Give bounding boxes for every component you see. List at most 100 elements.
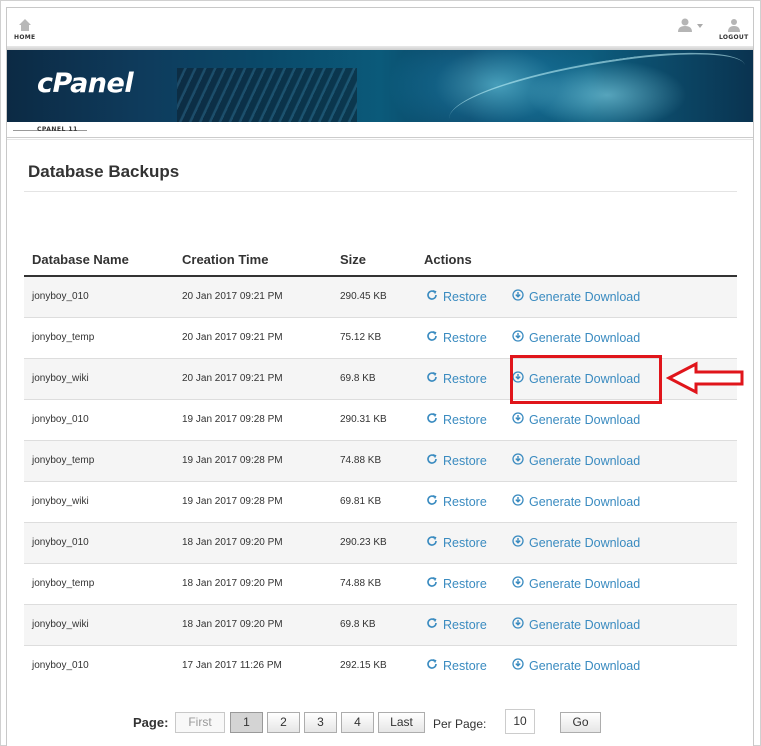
actions-cell: Restore Generate Download	[416, 439, 737, 481]
left-arrow-icon	[665, 360, 746, 401]
restore-link[interactable]: Restore	[426, 289, 512, 304]
table-row: jonyboy_010 20 Jan 2017 09:21 PM 290.45 KB…	[24, 275, 737, 317]
page-4-button[interactable]: 4	[341, 712, 374, 733]
per-page-label: Per Page:	[433, 717, 487, 731]
database-name-cell: jonyboy_010	[24, 275, 174, 317]
size-cell: 292.15 KB	[332, 644, 416, 686]
generate-download-link[interactable]: Generate Download	[512, 617, 640, 632]
restore-label: Restore	[443, 576, 487, 591]
download-circle-icon	[512, 535, 524, 550]
download-circle-icon	[512, 658, 524, 673]
creation-time-cell: 20 Jan 2017 09:21 PM	[174, 275, 332, 317]
refresh-icon	[426, 412, 438, 427]
creation-time-cell: 19 Jan 2017 09:28 PM	[174, 480, 332, 522]
generate-download-link[interactable]: Generate Download	[512, 494, 640, 509]
download-circle-icon	[512, 330, 524, 345]
page-2-button[interactable]: 2	[267, 712, 300, 733]
header-database-name[interactable]: Database Name	[24, 244, 174, 277]
table-row: jonyboy_010 18 Jan 2017 09:20 PM 290.23 KB…	[24, 521, 737, 563]
backups-table: Database Name Creation Time Size Actions…	[24, 244, 737, 686]
refresh-icon	[426, 576, 438, 591]
restore-link[interactable]: Restore	[426, 494, 512, 509]
refresh-icon	[426, 535, 438, 550]
download-circle-icon	[512, 617, 524, 632]
restore-link[interactable]: Restore	[426, 576, 512, 591]
go-button[interactable]: Go	[560, 712, 601, 733]
restore-link[interactable]: Restore	[426, 330, 512, 345]
generate-download-link[interactable]: Generate Download	[512, 412, 640, 427]
restore-link[interactable]: Restore	[426, 535, 512, 550]
refresh-icon	[426, 371, 438, 386]
restore-link[interactable]: Restore	[426, 453, 512, 468]
generate-download-link[interactable]: Generate Download	[512, 330, 640, 345]
user-menu[interactable]	[677, 18, 711, 34]
generate-download-link[interactable]: Generate Download	[512, 453, 640, 468]
first-page-button[interactable]: First	[175, 712, 225, 733]
creation-time-cell: 18 Jan 2017 09:20 PM	[174, 521, 332, 563]
header-size[interactable]: Size	[332, 244, 416, 277]
table-row: jonyboy_temp 20 Jan 2017 09:21 PM 75.12 KB…	[24, 316, 737, 358]
restore-label: Restore	[443, 617, 487, 632]
actions-cell: Restore Generate Download	[416, 398, 737, 440]
database-name-cell: jonyboy_temp	[24, 562, 174, 604]
refresh-icon	[426, 330, 438, 345]
size-cell: 290.31 KB	[332, 398, 416, 440]
generate-download-link[interactable]: Generate Download	[512, 576, 640, 591]
restore-link[interactable]: Restore	[426, 371, 512, 386]
home-link[interactable]: HOME	[13, 16, 39, 46]
generate-download-link[interactable]: Generate Download	[512, 658, 640, 673]
database-name-cell: jonyboy_010	[24, 521, 174, 563]
header-creation-time[interactable]: Creation Time	[174, 244, 332, 277]
restore-label: Restore	[443, 412, 487, 427]
restore-link[interactable]: Restore	[426, 412, 512, 427]
generate-download-label: Generate Download	[529, 453, 641, 468]
refresh-icon	[426, 494, 438, 509]
page-3-button[interactable]: 3	[304, 712, 337, 733]
cpanel-banner: cPanel	[7, 50, 753, 122]
generate-download-label: Generate Download	[529, 330, 641, 345]
creation-time-cell: 20 Jan 2017 09:21 PM	[174, 316, 332, 358]
actions-cell: Restore Generate Download	[416, 603, 737, 645]
creation-time-cell: 17 Jan 2017 11:26 PM	[174, 644, 332, 686]
refresh-icon	[426, 658, 438, 673]
database-name-cell: jonyboy_wiki	[24, 603, 174, 645]
creation-time-cell: 18 Jan 2017 09:20 PM	[174, 603, 332, 645]
database-name-cell: jonyboy_wiki	[24, 357, 174, 399]
restore-label: Restore	[443, 453, 487, 468]
database-name-cell: jonyboy_010	[24, 398, 174, 440]
size-cell: 290.45 KB	[332, 275, 416, 317]
restore-link[interactable]: Restore	[426, 658, 512, 673]
restore-link[interactable]: Restore	[426, 617, 512, 632]
cpanel-logo[interactable]: cPanel	[37, 68, 134, 99]
generate-download-label: Generate Download	[529, 535, 641, 550]
size-cell: 290.23 KB	[332, 521, 416, 563]
table-row: jonyboy_010 17 Jan 2017 11:26 PM 292.15 KB…	[24, 644, 737, 686]
header-actions: Actions	[416, 244, 737, 277]
size-cell: 75.12 KB	[332, 316, 416, 358]
user-icon	[677, 18, 693, 37]
actions-cell: Restore Generate Download	[416, 316, 737, 358]
creation-time-cell: 19 Jan 2017 09:28 PM	[174, 439, 332, 481]
generate-download-label: Generate Download	[529, 617, 641, 632]
creation-time-cell: 18 Jan 2017 09:20 PM	[174, 562, 332, 604]
size-cell: 69.8 KB	[332, 357, 416, 399]
page-title: Database Backups	[28, 162, 180, 181]
page-1-button[interactable]: 1	[230, 712, 263, 733]
size-cell: 74.88 KB	[332, 439, 416, 481]
creation-time-cell: 19 Jan 2017 09:28 PM	[174, 398, 332, 440]
generate-download-link[interactable]: Generate Download	[512, 289, 640, 304]
table-row: jonyboy_temp 19 Jan 2017 09:28 PM 74.88 KB…	[24, 439, 737, 481]
generate-download-link[interactable]: Generate Download	[512, 535, 640, 550]
per-page-input[interactable]: 10	[505, 709, 535, 734]
table-header-row: Database Name Creation Time Size Actions	[24, 244, 737, 277]
logout-label: LOGOUT	[719, 34, 749, 41]
restore-label: Restore	[443, 371, 487, 386]
logout-link[interactable]: LOGOUT	[717, 16, 751, 46]
actions-cell: Restore Generate Download	[416, 275, 737, 317]
window: HOME LOGOUT cPanel CPANEL 11 Database Ba…	[0, 0, 761, 746]
download-circle-icon	[512, 289, 524, 304]
last-page-button[interactable]: Last	[378, 712, 425, 733]
highlight-box	[510, 355, 662, 404]
size-cell: 69.81 KB	[332, 480, 416, 522]
generate-download-label: Generate Download	[529, 576, 641, 591]
